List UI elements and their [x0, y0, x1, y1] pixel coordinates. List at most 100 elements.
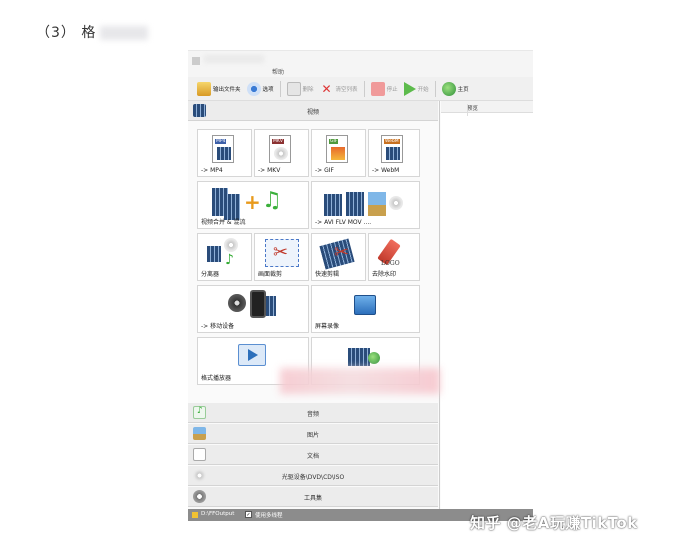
tile-label: 画面裁剪: [258, 271, 283, 278]
format-tag: MP4: [215, 139, 227, 144]
format-tag: WebM: [384, 139, 400, 144]
toolbar: 输出文件夹 选项 删除 ✕ 清空列表 停止 开始 主页: [188, 77, 533, 101]
app-icon: [192, 57, 200, 65]
film-icon: [348, 348, 370, 366]
tile-multiformat[interactable]: -> AVI FLV MOV ....: [311, 181, 420, 229]
tile-gif[interactable]: GIF -> GIF: [311, 129, 366, 177]
preview-column-header[interactable]: 预览: [441, 101, 533, 116]
film-icon: [266, 296, 276, 316]
column-label: 预览: [467, 106, 479, 112]
category-label: 音频: [306, 411, 319, 418]
output-path[interactable]: D:\FFOutput: [201, 511, 234, 517]
toolbar-divider: [279, 80, 281, 97]
eye-icon: [246, 81, 261, 96]
format-tag: MKV: [272, 139, 284, 144]
scissors-icon: ✂: [273, 242, 289, 263]
phone-icon: [250, 290, 266, 318]
film-icon: [207, 246, 221, 262]
tile-label: 去除水印: [372, 271, 397, 278]
tile-mkv[interactable]: MKV -> MKV: [254, 129, 309, 177]
button-label: 输出文件夹: [213, 86, 241, 93]
category-disc[interactable]: 光驱设备\DVD\CD\ISO: [188, 466, 438, 486]
tile-remove-logo[interactable]: LOGO 去除水印: [368, 233, 420, 281]
help-menu[interactable]: 帮助: [272, 67, 284, 76]
tile-label: 屏幕录像: [315, 323, 340, 330]
stop-icon: [370, 81, 385, 96]
webm-file-icon: WebM: [381, 135, 403, 163]
tile-merge[interactable]: + ♫ 视频合并 & 混流: [197, 181, 309, 229]
reel-icon: [224, 238, 238, 252]
delete-button[interactable]: 删除: [284, 79, 317, 99]
multithread-checkbox[interactable]: ✓: [245, 511, 252, 518]
format-tag: GIF: [329, 139, 339, 144]
category-document[interactable]: 文档: [188, 445, 438, 465]
options-button[interactable]: 选项: [244, 79, 277, 99]
button-label: 停止: [386, 86, 398, 93]
redacted-blur: [100, 26, 149, 40]
redacted-blur: [204, 55, 264, 63]
music-note-icon: ♪: [225, 252, 234, 268]
tile-label: -> 移动设备: [201, 323, 235, 330]
film-icon: [217, 147, 231, 160]
tile-crop[interactable]: ✂ 画面裁剪: [254, 233, 309, 281]
button-label: 开始: [417, 86, 429, 93]
scissors-icon: ✂: [334, 242, 350, 263]
category-label: 视频: [306, 109, 319, 116]
start-button[interactable]: 开始: [401, 79, 432, 99]
button-label: 删除: [302, 86, 314, 93]
category-tools[interactable]: 工具集: [188, 487, 438, 507]
tile-quickcut[interactable]: ✂ 快速剪辑: [311, 233, 366, 281]
category-label: 工具集: [303, 495, 322, 502]
speaker-icon: [228, 294, 246, 312]
tile-splitter[interactable]: ♪ 分离器: [197, 233, 252, 281]
film-icon: [324, 194, 342, 216]
redacted-blur: [280, 368, 440, 394]
tile-label: -> MKV: [258, 167, 281, 174]
task-list-panel: 预览: [441, 101, 533, 509]
mp4-file-icon: MP4: [212, 135, 234, 163]
gif-file-icon: GIF: [326, 135, 348, 163]
toolbar-divider: [363, 80, 365, 97]
tile-mobile[interactable]: -> 移动设备: [197, 285, 309, 333]
plus-icon: +: [244, 190, 261, 214]
logo-text: LOGO: [381, 260, 400, 267]
picture-icon: [368, 192, 386, 216]
film-icon: [386, 147, 400, 160]
stop-button[interactable]: 停止: [368, 79, 401, 99]
screen-icon: [354, 295, 376, 315]
mkv-file-icon: MKV: [269, 135, 291, 163]
play-icon: [403, 81, 416, 96]
disc-icon: [274, 147, 288, 160]
folder-icon: [197, 81, 211, 96]
document-icon: [286, 81, 301, 96]
disc-icon: [389, 196, 403, 210]
tile-mp4[interactable]: MP4 -> MP4: [197, 129, 252, 177]
folder-icon: [192, 512, 198, 518]
tile-label: -> WebM: [372, 167, 400, 174]
tile-label: 视频合并 & 混流: [201, 219, 246, 226]
button-label: 选项: [262, 86, 274, 93]
tile-screen-record[interactable]: 屏幕录像: [311, 285, 420, 333]
tile-label: -> AVI FLV MOV ....: [315, 219, 372, 226]
music-note-icon: ♫: [262, 188, 282, 213]
tile-webm[interactable]: WebM -> WebM: [368, 129, 420, 177]
tile-label: 快速剪辑: [315, 271, 340, 278]
category-image[interactable]: 图片: [188, 424, 438, 444]
category-video[interactable]: 视频: [188, 101, 438, 121]
document-heading: （3） 格: [36, 22, 149, 42]
column-divider[interactable]: [467, 104, 468, 116]
tile-label: 分离器: [201, 271, 220, 278]
output-folder-button[interactable]: 输出文件夹: [194, 79, 244, 99]
heading-text: 格: [81, 25, 97, 41]
clear-list-button[interactable]: ✕ 清空列表: [317, 79, 361, 99]
tile-label: 格式播放器: [201, 375, 232, 382]
category-label: 光驱设备\DVD\CD\ISO: [281, 474, 345, 481]
close-icon: ✕: [321, 81, 332, 96]
home-button[interactable]: 主页: [439, 79, 472, 99]
toolbar-divider: [434, 80, 436, 97]
globe-icon: [441, 81, 456, 96]
button-label: 主页: [457, 86, 469, 93]
tile-label: -> GIF: [315, 167, 334, 174]
category-audio[interactable]: 音频: [188, 403, 438, 423]
picture-icon: [331, 147, 345, 160]
